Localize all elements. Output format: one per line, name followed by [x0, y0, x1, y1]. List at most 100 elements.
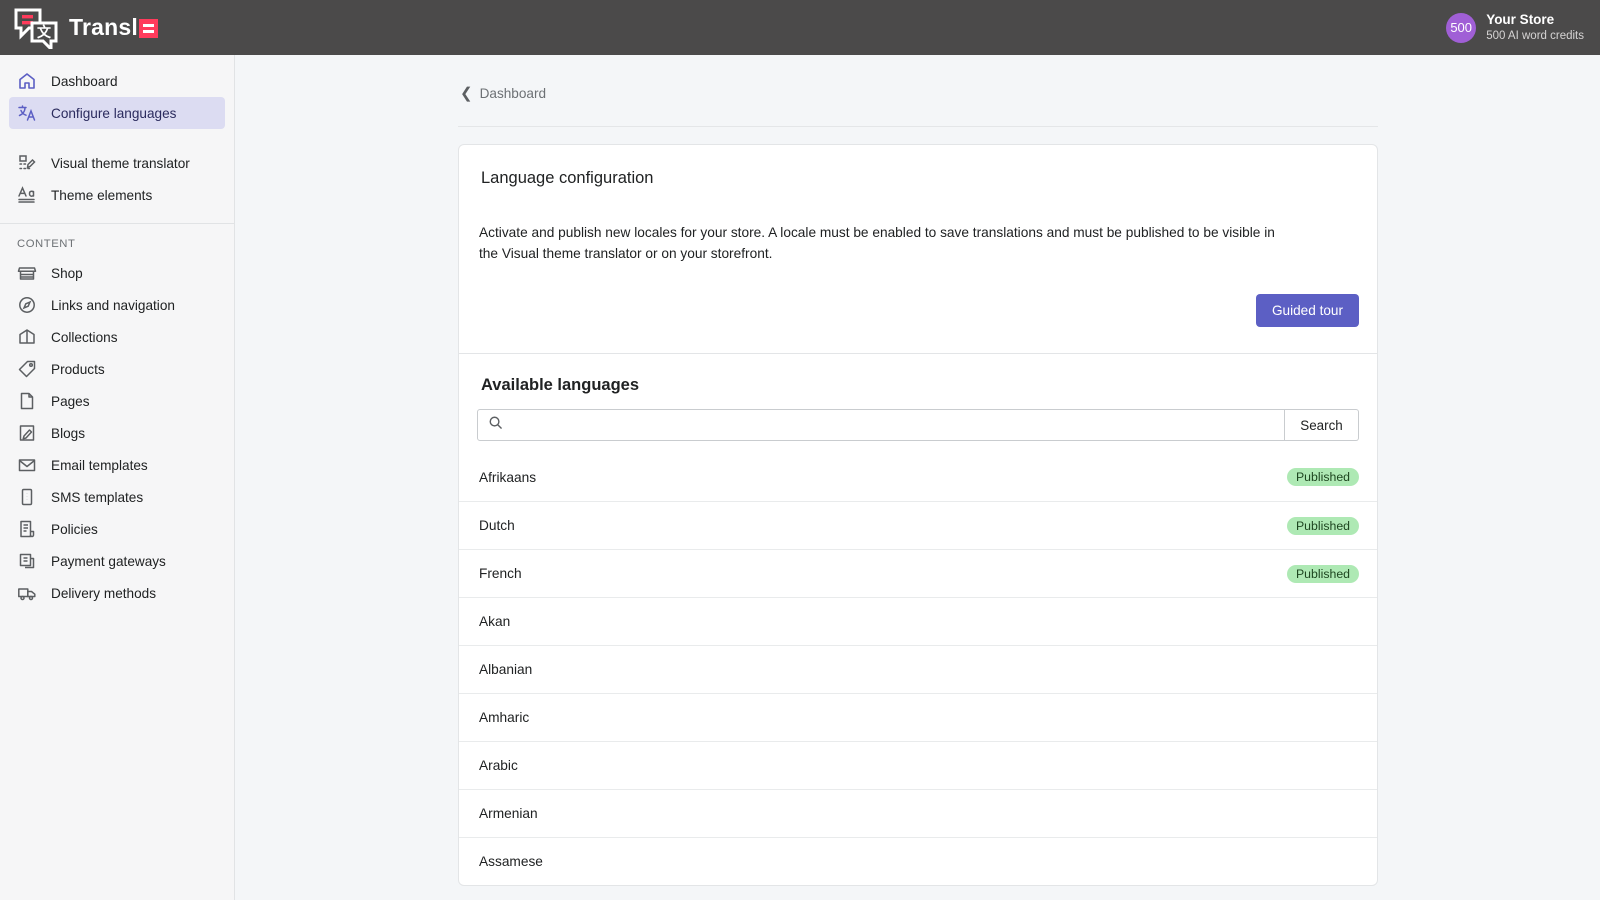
sidebar-item-label: Email templates — [51, 458, 148, 473]
search-input[interactable] — [511, 418, 1274, 433]
breadcrumb[interactable]: ❮ Dashboard — [460, 86, 546, 101]
sidebar-spacer — [0, 129, 234, 147]
status-badge: Published — [1287, 517, 1359, 535]
typography-icon — [17, 185, 37, 205]
language-configuration-card: Language configuration Activate and publ… — [458, 144, 1378, 886]
collection-icon — [17, 327, 37, 347]
brand-logo[interactable]: 文 Transl — [0, 7, 158, 49]
language-row[interactable]: Akan — [459, 597, 1377, 645]
sidebar-item-pages[interactable]: Pages — [9, 385, 225, 417]
home-icon — [17, 71, 37, 91]
sidebar-item-label: Payment gateways — [51, 554, 166, 569]
language-list: Afrikaans Published Dutch Published French Pu… — [459, 453, 1377, 885]
sidebar-item-label: Collections — [51, 330, 118, 345]
truck-icon — [17, 583, 37, 603]
sidebar-item-label: Products — [51, 362, 105, 377]
magnifier-icon — [488, 415, 503, 435]
sidebar-item-shop[interactable]: Shop — [9, 257, 225, 289]
available-languages-title: Available languages — [459, 354, 1377, 409]
status-badge: Published — [1287, 468, 1359, 486]
sidebar-item-label: Theme elements — [51, 188, 152, 203]
language-row[interactable]: Arabic — [459, 741, 1377, 789]
sidebar-item-products[interactable]: Products — [9, 353, 225, 385]
page-icon — [17, 391, 37, 411]
sidebar-item-theme-elements[interactable]: Theme elements — [9, 179, 225, 211]
sidebar-item-label: Shop — [51, 266, 83, 281]
tag-icon — [17, 359, 37, 379]
search-field-wrapper[interactable] — [477, 409, 1285, 441]
sidebar-item-label: Visual theme translator — [51, 156, 190, 171]
language-search-row: Search — [459, 409, 1377, 441]
sidebar-item-email-templates[interactable]: Email templates — [9, 449, 225, 481]
language-name: Assamese — [479, 854, 543, 869]
sidebar-item-label: Delivery methods — [51, 586, 156, 601]
envelope-icon — [17, 455, 37, 475]
payment-icon — [17, 551, 37, 571]
chevron-left-icon: ❮ — [460, 86, 473, 101]
status-badge: Published — [1287, 565, 1359, 583]
sidebar-item-label: Blogs — [51, 426, 85, 441]
sidebar-item-payment-gateways[interactable]: Payment gateways — [9, 545, 225, 577]
language-row[interactable]: Albanian — [459, 645, 1377, 693]
content-wrapper: ❮ Dashboard Language configuration Activ… — [458, 55, 1378, 886]
sidebar-item-label: Links and navigation — [51, 298, 175, 313]
card-description: Activate and publish new locales for you… — [459, 188, 1299, 264]
sidebar-item-delivery-methods[interactable]: Delivery methods — [9, 577, 225, 609]
sidebar-item-label: Policies — [51, 522, 98, 537]
sidebar-item-configure-languages[interactable]: Configure languages — [9, 97, 225, 129]
sidebar-item-visual-theme-translator[interactable]: Visual theme translator — [9, 147, 225, 179]
language-row[interactable]: French Published — [459, 549, 1377, 597]
account-area[interactable]: 500 Your Store 500 AI word credits — [1446, 12, 1600, 43]
main-content: ❮ Dashboard Language configuration Activ… — [236, 55, 1600, 900]
brand-name: Transl — [69, 14, 158, 41]
document-list-icon — [17, 519, 37, 539]
language-row[interactable]: Afrikaans Published — [459, 453, 1377, 501]
sidebar-item-links-and-navigation[interactable]: Links and navigation — [9, 289, 225, 321]
card-title: Language configuration — [481, 169, 1355, 188]
ai-credits-label: 500 AI word credits — [1486, 29, 1584, 43]
sidebar-item-label: SMS templates — [51, 490, 143, 505]
language-name: Arabic — [479, 758, 518, 773]
language-name: French — [479, 566, 522, 581]
pencil-note-icon — [17, 423, 37, 443]
account-text: Your Store 500 AI word credits — [1486, 12, 1584, 43]
breadcrumb-label: Dashboard — [480, 86, 547, 101]
sidebar-item-dashboard[interactable]: Dashboard — [9, 65, 225, 97]
ai-credits-badge: 500 — [1446, 13, 1476, 43]
breadcrumb-divider — [458, 126, 1378, 127]
available-languages-section: Available languages Search Afrikaans Publ… — [459, 354, 1377, 885]
language-name: Albanian — [479, 662, 532, 677]
language-row[interactable]: Dutch Published — [459, 501, 1377, 549]
sidebar-item-label: Pages — [51, 394, 90, 409]
guided-tour-button[interactable]: Guided tour — [1256, 294, 1359, 327]
translate-icon — [17, 103, 37, 123]
sidebar-item-sms-templates[interactable]: SMS templates — [9, 481, 225, 513]
card-actions: Guided tour — [459, 264, 1377, 353]
language-name: Afrikaans — [479, 470, 536, 485]
card-header: Language configuration — [459, 145, 1377, 188]
language-row[interactable]: Assamese — [459, 837, 1377, 885]
sidebar: Dashboard Configure languages Visual the… — [0, 55, 235, 900]
svg-text:文: 文 — [37, 24, 52, 40]
compass-icon — [17, 295, 37, 315]
language-name: Amharic — [479, 710, 529, 725]
search-button[interactable]: Search — [1285, 409, 1359, 441]
language-name: Akan — [479, 614, 510, 629]
language-row[interactable]: Armenian — [459, 789, 1377, 837]
language-name: Armenian — [479, 806, 538, 821]
store-icon — [17, 263, 37, 283]
top-bar: 文 Transl 500 Your Store 500 AI word cred… — [0, 0, 1600, 55]
sidebar-item-collections[interactable]: Collections — [9, 321, 225, 353]
language-row[interactable]: Amharic — [459, 693, 1377, 741]
store-name: Your Store — [1486, 12, 1584, 29]
sidebar-item-label: Configure languages — [51, 106, 176, 121]
sidebar-item-blogs[interactable]: Blogs — [9, 417, 225, 449]
two-speech-bubbles-translate-icon: 文 — [14, 7, 60, 49]
brand-accent-square-icon — [139, 19, 158, 38]
sidebar-item-policies[interactable]: Policies — [9, 513, 225, 545]
language-name: Dutch — [479, 518, 515, 533]
brand-text: Transl — [69, 14, 138, 41]
sidebar-section-label: CONTENT — [0, 224, 234, 257]
theme-edit-icon — [17, 153, 37, 173]
sidebar-item-label: Dashboard — [51, 74, 118, 89]
